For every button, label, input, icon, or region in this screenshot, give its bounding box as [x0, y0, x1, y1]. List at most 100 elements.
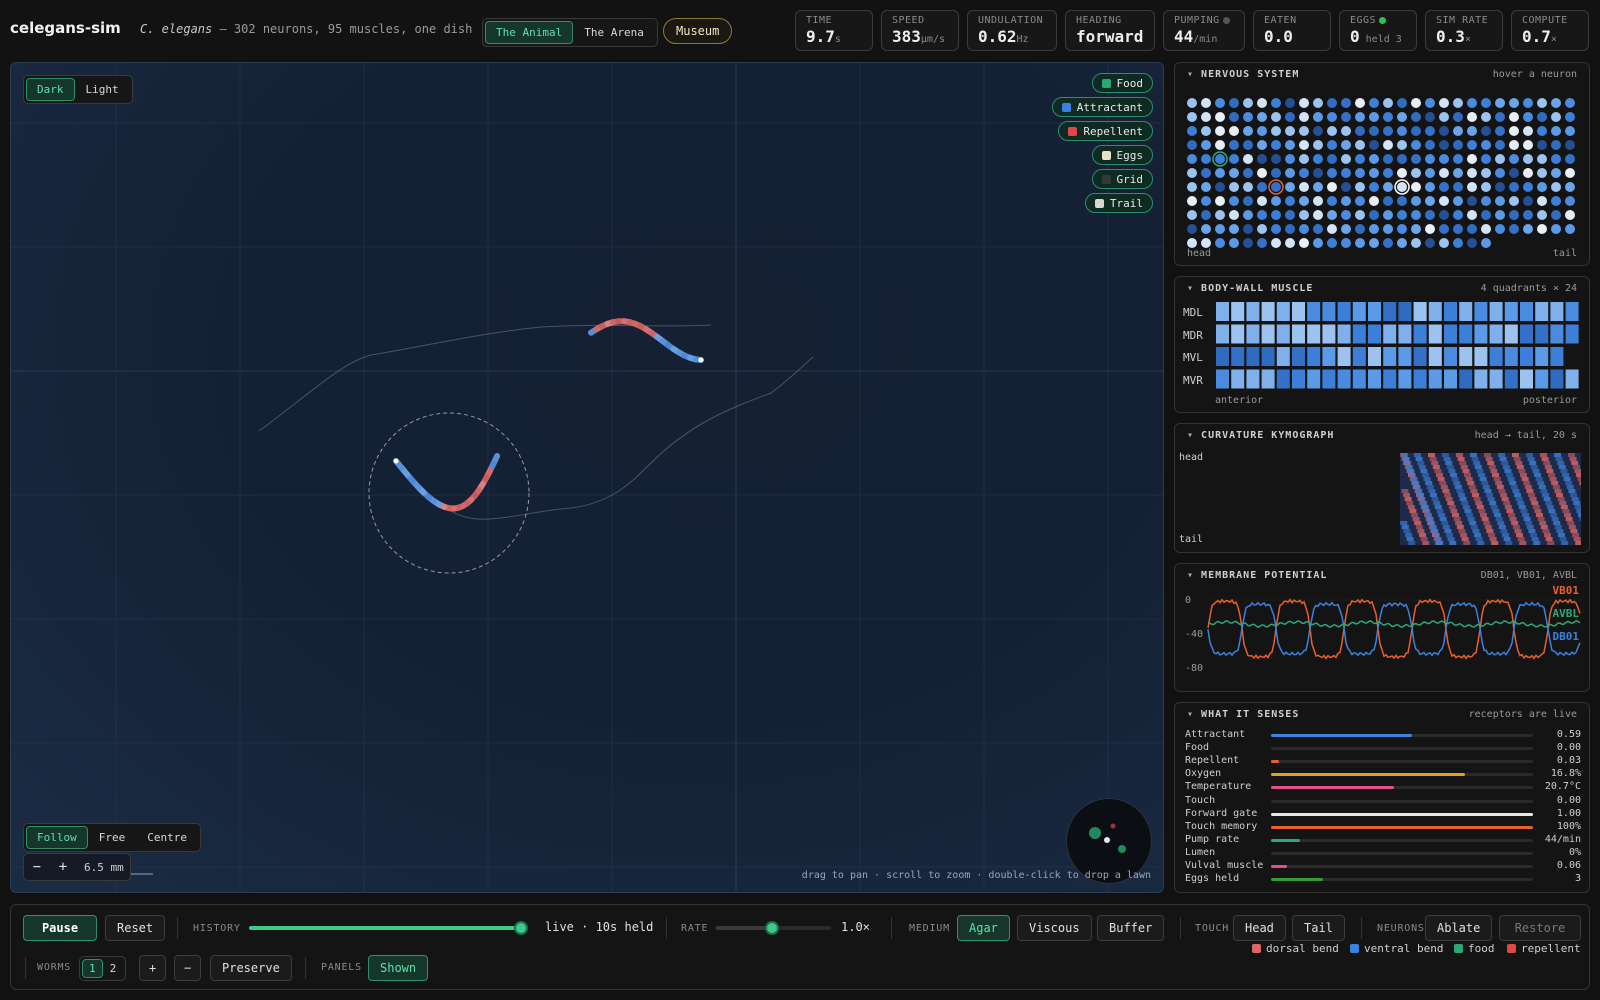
- neuron-node[interactable]: [1271, 168, 1281, 178]
- neuron-node[interactable]: [1327, 98, 1337, 108]
- neuron-node[interactable]: [1481, 210, 1491, 220]
- neuron-node[interactable]: [1425, 112, 1435, 122]
- neuron-node[interactable]: [1355, 238, 1365, 248]
- neuron-node[interactable]: [1229, 238, 1239, 248]
- neuron-node[interactable]: [1341, 154, 1351, 164]
- neuron-node[interactable]: [1327, 210, 1337, 220]
- neuron-node[interactable]: [1481, 154, 1491, 164]
- neuron-node[interactable]: [1313, 154, 1323, 164]
- neuron-node[interactable]: [1411, 98, 1421, 108]
- neuron-node[interactable]: [1355, 210, 1365, 220]
- neuron-node[interactable]: [1467, 210, 1477, 220]
- neuron-node[interactable]: [1313, 210, 1323, 220]
- neuron-node[interactable]: [1439, 238, 1449, 248]
- neuron-node[interactable]: [1341, 126, 1351, 136]
- neuron-node[interactable]: [1313, 238, 1323, 248]
- neuron-node[interactable]: [1327, 238, 1337, 248]
- neuron-node[interactable]: [1355, 196, 1365, 206]
- neuron-node[interactable]: [1411, 112, 1421, 122]
- neuron-node[interactable]: [1383, 224, 1393, 234]
- neuron-node[interactable]: [1201, 196, 1211, 206]
- camera-centre-option[interactable]: Centre: [136, 826, 198, 849]
- neuron-node[interactable]: [1397, 182, 1407, 192]
- neuron-node[interactable]: [1425, 196, 1435, 206]
- neuron-node[interactable]: [1215, 98, 1225, 108]
- neuron-node[interactable]: [1467, 168, 1477, 178]
- worm-body[interactable]: [393, 453, 501, 512]
- neuron-node[interactable]: [1397, 140, 1407, 150]
- neuron-node[interactable]: [1495, 224, 1505, 234]
- neuron-node[interactable]: [1201, 154, 1211, 164]
- neuron-node[interactable]: [1229, 154, 1239, 164]
- neuron-node[interactable]: [1369, 168, 1379, 178]
- neuron-node[interactable]: [1201, 182, 1211, 192]
- add-worm-button[interactable]: +: [139, 955, 167, 981]
- neuron-node[interactable]: [1341, 168, 1351, 178]
- neuron-node[interactable]: [1257, 98, 1267, 108]
- neuron-node[interactable]: [1201, 98, 1211, 108]
- neuron-node[interactable]: [1411, 196, 1421, 206]
- neuron-node[interactable]: [1411, 210, 1421, 220]
- neuron-node[interactable]: [1481, 196, 1491, 206]
- neuron-node[interactable]: [1243, 182, 1253, 192]
- neuron-node[interactable]: [1397, 126, 1407, 136]
- neuron-node[interactable]: [1299, 140, 1309, 150]
- neuron-node[interactable]: [1285, 140, 1295, 150]
- neuron-node[interactable]: [1411, 154, 1421, 164]
- neuron-node[interactable]: [1313, 168, 1323, 178]
- neuron-node[interactable]: [1187, 224, 1197, 234]
- neuron-node[interactable]: [1271, 182, 1281, 192]
- neuron-node[interactable]: [1369, 154, 1379, 164]
- neuron-node[interactable]: [1341, 196, 1351, 206]
- neuron-node[interactable]: [1495, 182, 1505, 192]
- neuron-node[interactable]: [1271, 196, 1281, 206]
- neuron-node[interactable]: [1523, 182, 1533, 192]
- neuron-node[interactable]: [1341, 238, 1351, 248]
- neuron-node[interactable]: [1467, 140, 1477, 150]
- neuron-node[interactable]: [1453, 238, 1463, 248]
- neuron-node[interactable]: [1327, 182, 1337, 192]
- neuron-node[interactable]: [1243, 224, 1253, 234]
- history-slider[interactable]: [249, 921, 528, 935]
- neuron-node[interactable]: [1481, 182, 1491, 192]
- neuron-node[interactable]: [1439, 224, 1449, 234]
- neuron-node[interactable]: [1355, 112, 1365, 122]
- neuron-node[interactable]: [1509, 168, 1519, 178]
- camera-free-option[interactable]: Free: [88, 826, 137, 849]
- neuron-node[interactable]: [1565, 168, 1575, 178]
- neuron-node[interactable]: [1285, 196, 1295, 206]
- layer-toggle-eggs[interactable]: Eggs: [1091, 145, 1153, 165]
- neuron-node[interactable]: [1537, 98, 1547, 108]
- neuron-node[interactable]: [1481, 140, 1491, 150]
- neuron-node[interactable]: [1187, 154, 1197, 164]
- neuron-node[interactable]: [1229, 140, 1239, 150]
- neuron-node[interactable]: [1341, 182, 1351, 192]
- neuron-node[interactable]: [1453, 126, 1463, 136]
- neuron-node[interactable]: [1341, 98, 1351, 108]
- neuron-node[interactable]: [1453, 224, 1463, 234]
- neuron-node[interactable]: [1243, 238, 1253, 248]
- neuron-node[interactable]: [1397, 224, 1407, 234]
- neuron-node[interactable]: [1425, 210, 1435, 220]
- neuron-node[interactable]: [1551, 126, 1561, 136]
- neuron-node[interactable]: [1299, 210, 1309, 220]
- neuron-node[interactable]: [1551, 210, 1561, 220]
- neuron-node[interactable]: [1551, 140, 1561, 150]
- neuron-node[interactable]: [1257, 238, 1267, 248]
- neuron-node[interactable]: [1271, 154, 1281, 164]
- neuron-node[interactable]: [1369, 112, 1379, 122]
- neuron-node[interactable]: [1439, 98, 1449, 108]
- panels-shown-button[interactable]: Shown: [368, 955, 429, 981]
- arena-canvas[interactable]: Dark Light Food Attractant Repellent Egg…: [10, 62, 1164, 893]
- neuron-node[interactable]: [1565, 126, 1575, 136]
- neuron-node[interactable]: [1313, 224, 1323, 234]
- neuron-node[interactable]: [1229, 182, 1239, 192]
- neuron-node[interactable]: [1243, 168, 1253, 178]
- neuron-node[interactable]: [1299, 182, 1309, 192]
- neuron-node[interactable]: [1565, 154, 1575, 164]
- neuron-node[interactable]: [1551, 196, 1561, 206]
- neuron-node[interactable]: [1439, 168, 1449, 178]
- neuron-node[interactable]: [1215, 224, 1225, 234]
- neuron-node[interactable]: [1411, 238, 1421, 248]
- neuron-node[interactable]: [1439, 182, 1449, 192]
